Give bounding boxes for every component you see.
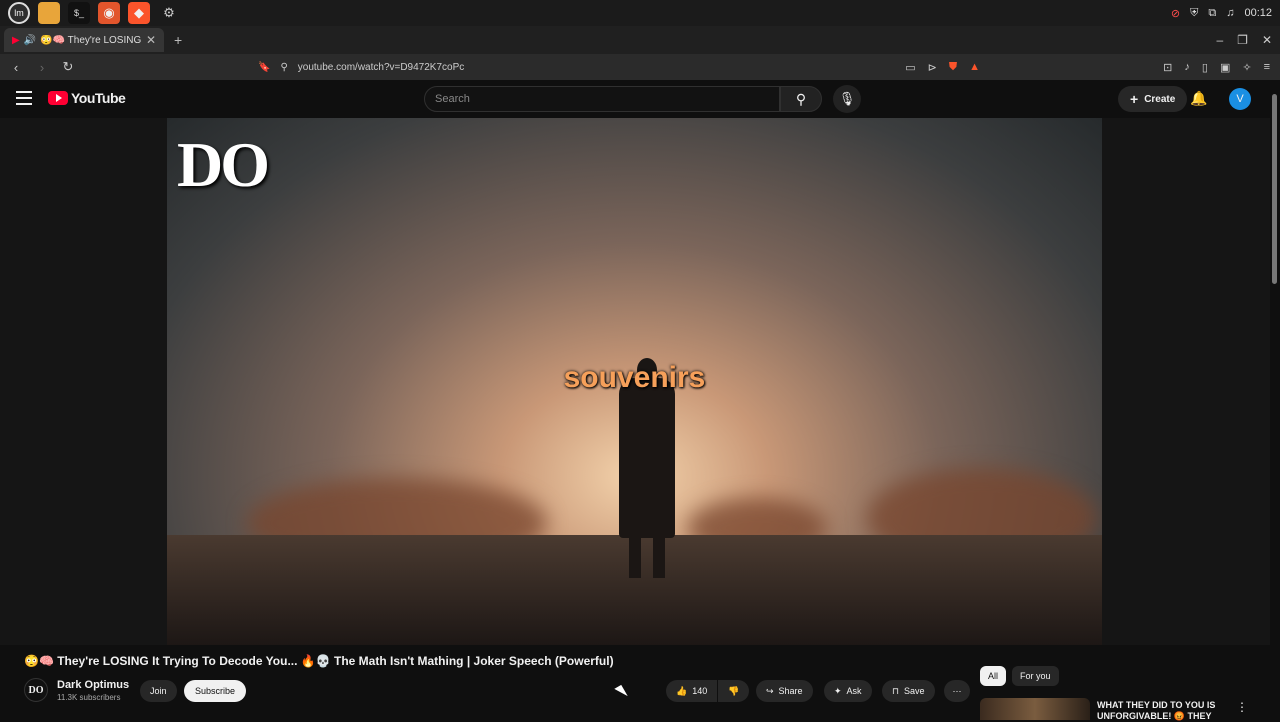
os-taskbar: lm $_ ◉ ◆ ⚙ ⊘ ⛨ ⧉ ♫ 00:12 [0,0,1280,26]
like-count: 140 [692,686,708,696]
save-button[interactable]: ⊓ Save [882,680,935,702]
settings-icon[interactable]: ⚙ [158,2,180,24]
shield-icon[interactable]: ⛨ [1190,7,1198,20]
player-backdrop-left [0,118,167,645]
clock[interactable]: 00:12 [1244,7,1272,19]
media-icon[interactable]: ♪ [1184,61,1190,73]
search-button[interactable]: ⚲ [780,86,822,112]
save-label: Save [904,686,925,696]
maximize-icon[interactable]: ❐ [1237,33,1248,47]
search-input[interactable]: Search [424,86,780,112]
leo-icon[interactable]: ✧ [1242,61,1251,74]
address-bar: ‹ › ↻ 🔖 ⚲ youtube.com/watch?v=D9472K7coP… [0,54,1280,80]
plus-icon: + [1130,91,1139,107]
close-tab-icon[interactable]: ✕ [146,33,156,47]
share-button[interactable]: ↪ Share [756,680,813,702]
voice-search-button[interactable]: 🎙 [833,85,861,113]
chip-for-you[interactable]: For you [1012,666,1059,686]
app-icon[interactable]: ◉ [98,2,120,24]
more-icon: ⋯ [952,685,962,696]
chip-all[interactable]: All [980,666,1007,686]
update-icon[interactable]: ⊘ [1171,7,1180,20]
logo-text: YouTube [71,90,126,106]
site-info-icon[interactable]: ⚲ [280,62,287,73]
recommendation-more-icon[interactable]: ⋮ [1236,700,1248,714]
brave-icon[interactable]: ◆ [128,2,150,24]
microphone-icon: 🎙 [838,91,856,106]
files-icon[interactable] [38,2,60,24]
thumbs-up-icon: 👍 [676,685,688,696]
wallet-icon[interactable]: ▣ [1220,61,1230,74]
video-title: 😳🧠 They're LOSING It Trying To Decode Yo… [24,654,614,668]
cast-icon[interactable]: ▭ [905,61,915,74]
dislike-button[interactable]: 👎 [718,680,750,702]
more-actions-button[interactable]: ⋯ [944,680,970,702]
youtube-play-icon [48,91,68,105]
browser-tabbar: ▶ 🔊 😳🧠 They're LOSING It Try ✕ + [0,26,1280,54]
brave-shields-icon[interactable]: ⛊ [949,61,957,74]
subscriber-count: 11.3K subscribers [57,693,121,702]
page-scrollbar[interactable] [1270,80,1280,720]
reload-icon[interactable]: ↻ [58,59,78,75]
back-icon[interactable]: ‹ [6,60,26,75]
channel-avatar[interactable]: DO [24,678,48,702]
tab-title: 😳🧠 They're LOSING It Try [40,34,142,46]
window-controls: – ❐ ✕ [1216,26,1272,54]
youtube-header: YouTube Search ⚲ 🎙 + Create 🔔 V [0,80,1280,118]
close-window-icon[interactable]: ✕ [1262,33,1272,47]
share-icon: ↪ [766,685,774,696]
player-backdrop-right [1102,118,1270,645]
create-label: Create [1144,93,1176,105]
mint-menu-icon[interactable]: lm [8,2,30,24]
notifications-bell-icon[interactable]: 🔔 [1190,90,1207,107]
watermark-text: DO [177,129,270,200]
youtube-logo[interactable]: YouTube [48,90,126,106]
screenshot-icon[interactable]: ⊡ [1163,61,1172,74]
like-button[interactable]: 👍 140 [666,680,718,702]
forward-icon[interactable]: › [32,60,52,75]
send-icon[interactable]: ⊳ [928,61,937,74]
scroll-thumb[interactable] [1272,94,1277,284]
thumbs-down-icon: 👎 [728,685,740,696]
bookmark-save-icon: ⊓ [892,685,900,696]
video-player[interactable]: DO souvenirs [167,118,1102,645]
brave-rewards-icon[interactable]: ▲ [969,61,980,73]
account-avatar[interactable]: V [1229,88,1251,110]
audio-icon[interactable]: 🔊 [24,35,36,46]
ask-button[interactable]: ✦ Ask [824,680,872,702]
new-tab-button[interactable]: + [174,32,182,48]
minimize-icon[interactable]: – [1216,33,1223,47]
create-button[interactable]: + Create [1118,86,1188,112]
recommendation-title[interactable]: WHAT THEY DID TO YOU IS UNFORGIVABLE! 😡 … [1097,700,1227,722]
channel-name[interactable]: Dark Optimus [57,679,129,691]
system-tray: ⊘ ⛨ ⧉ ♫ 00:12 [1171,0,1272,26]
sparkle-icon: ✦ [834,685,842,696]
youtube-favicon-icon: ▶ [12,34,20,46]
sidebar-icon[interactable]: ▯ [1202,61,1208,74]
join-button[interactable]: Join [140,680,177,702]
video-caption: souvenirs [563,361,706,394]
browser-tab[interactable]: ▶ 🔊 😳🧠 They're LOSING It Try ✕ [4,28,164,52]
network-icon[interactable]: ⧉ [1208,7,1216,20]
search-icon: ⚲ [795,90,807,107]
hamburger-menu-icon[interactable] [16,91,32,105]
recommendation-thumbnail[interactable] [980,698,1090,720]
mouse-cursor-icon [614,684,628,701]
terminal-icon[interactable]: $_ [68,2,90,24]
share-label: Share [778,686,803,696]
ask-label: Ask [846,686,862,696]
browser-menu-icon[interactable]: ≡ [1264,61,1270,73]
music-icon[interactable]: ♫ [1226,7,1234,19]
bookmark-icon[interactable]: 🔖 [258,62,270,73]
channel-watermark: DO [177,128,287,238]
subscribe-button[interactable]: Subscribe [184,680,247,702]
url-text[interactable]: youtube.com/watch?v=D9472K7coPc [298,62,465,73]
